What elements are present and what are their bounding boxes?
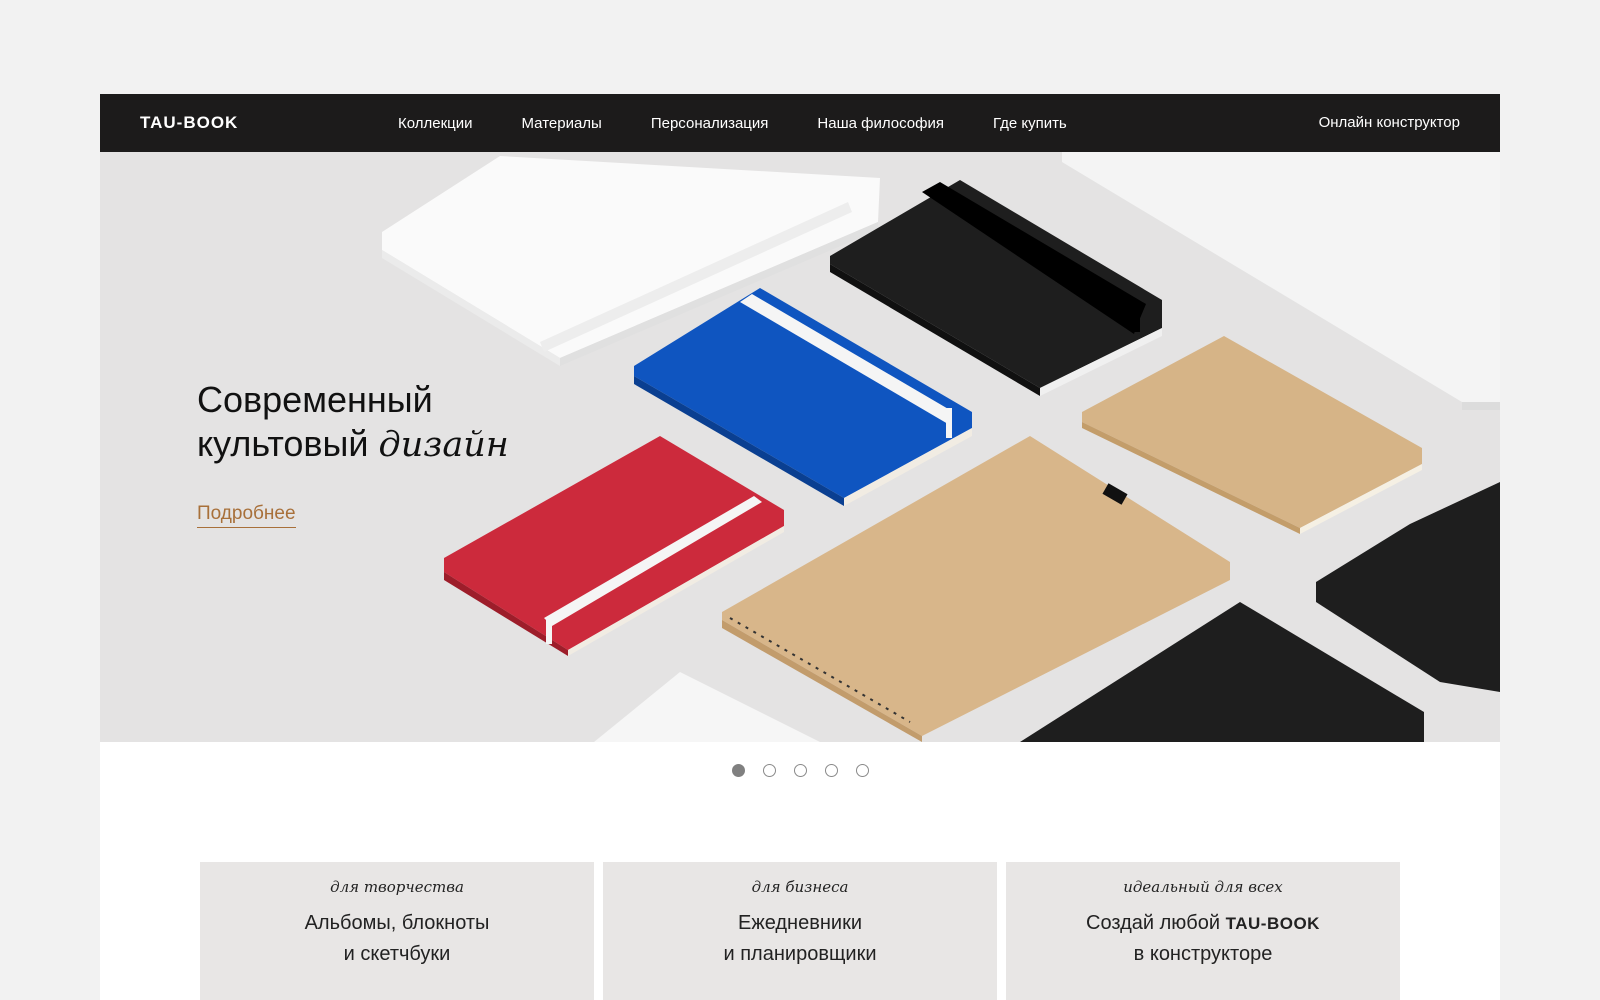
slide-dot-5[interactable] <box>855 764 869 777</box>
nav-link-where-to-buy[interactable]: Где купить <box>993 115 1067 132</box>
online-constructor-link[interactable]: Онлайн конструктор <box>1319 94 1460 152</box>
hero-text-block: Современный культовый дизайн Подробнее <box>197 378 509 528</box>
card-title-brand: TAU-BOOK <box>1225 914 1320 933</box>
slide-dot-4[interactable] <box>824 764 838 777</box>
card-creativity[interactable]: для творчества Альбомы, блокноты и скетч… <box>200 862 594 1000</box>
nav-link-philosophy[interactable]: Наша философия <box>817 115 944 132</box>
nav-link-collections[interactable]: Коллекции <box>398 115 473 132</box>
hero-title-italic: дизайн <box>378 425 509 465</box>
nav-link-materials[interactable]: Материалы <box>522 115 602 132</box>
card-title-line-2: и скетчбуки <box>343 943 451 965</box>
hero-title-plain: культовый <box>197 423 379 464</box>
hero-more-link[interactable]: Подробнее <box>197 503 296 528</box>
card-tag: для творчества <box>330 878 464 896</box>
main-menu: Коллекции Материалы Персонализация Наша … <box>398 94 1116 152</box>
hero-slider: Современный культовый дизайн Подробнее <box>100 152 1500 742</box>
slide-dot-2[interactable] <box>762 764 776 777</box>
card-title: Ежедневники и планировщики <box>603 908 997 970</box>
hero-title-line-2: культовый дизайн <box>197 422 509 467</box>
slider-pagination <box>100 764 1500 784</box>
card-title-line-1: Создай любой TAU-BOOK <box>1006 908 1400 939</box>
nav-link-personalization[interactable]: Персонализация <box>651 115 769 132</box>
hero-title: Современный культовый дизайн <box>197 378 509 467</box>
hero-title-line-1: Современный <box>197 379 433 420</box>
top-navigation: TAU-BOOK Коллекции Материалы Персонализа… <box>100 94 1500 152</box>
card-title: Альбомы, блокноты и скетчбуки <box>200 908 594 970</box>
slide-dot-1[interactable] <box>731 764 745 777</box>
card-title-line-1: Альбомы, блокноты <box>304 912 490 934</box>
category-cards: для творчества Альбомы, блокноты и скетч… <box>200 862 1400 1000</box>
card-title-line-2: в конструкторе <box>1133 943 1273 965</box>
card-title-line-2: и планировщики <box>723 943 877 965</box>
logo[interactable]: TAU-BOOK <box>140 94 238 152</box>
card-tag: для бизнеса <box>751 878 849 896</box>
site-container: TAU-BOOK Коллекции Материалы Персонализа… <box>100 94 1500 1000</box>
card-tag: идеальный для всех <box>1123 878 1283 896</box>
card-title: Создай любой TAU-BOOK в конструкторе <box>1006 908 1400 970</box>
card-business[interactable]: для бизнеса Ежедневники и планировщики <box>603 862 997 1000</box>
card-title-prefix: Создай любой <box>1086 912 1226 934</box>
slide-dot-3[interactable] <box>793 764 807 777</box>
card-constructor[interactable]: идеальный для всех Создай любой TAU-BOOK… <box>1006 862 1400 1000</box>
card-title-line-1: Ежедневники <box>737 912 862 934</box>
